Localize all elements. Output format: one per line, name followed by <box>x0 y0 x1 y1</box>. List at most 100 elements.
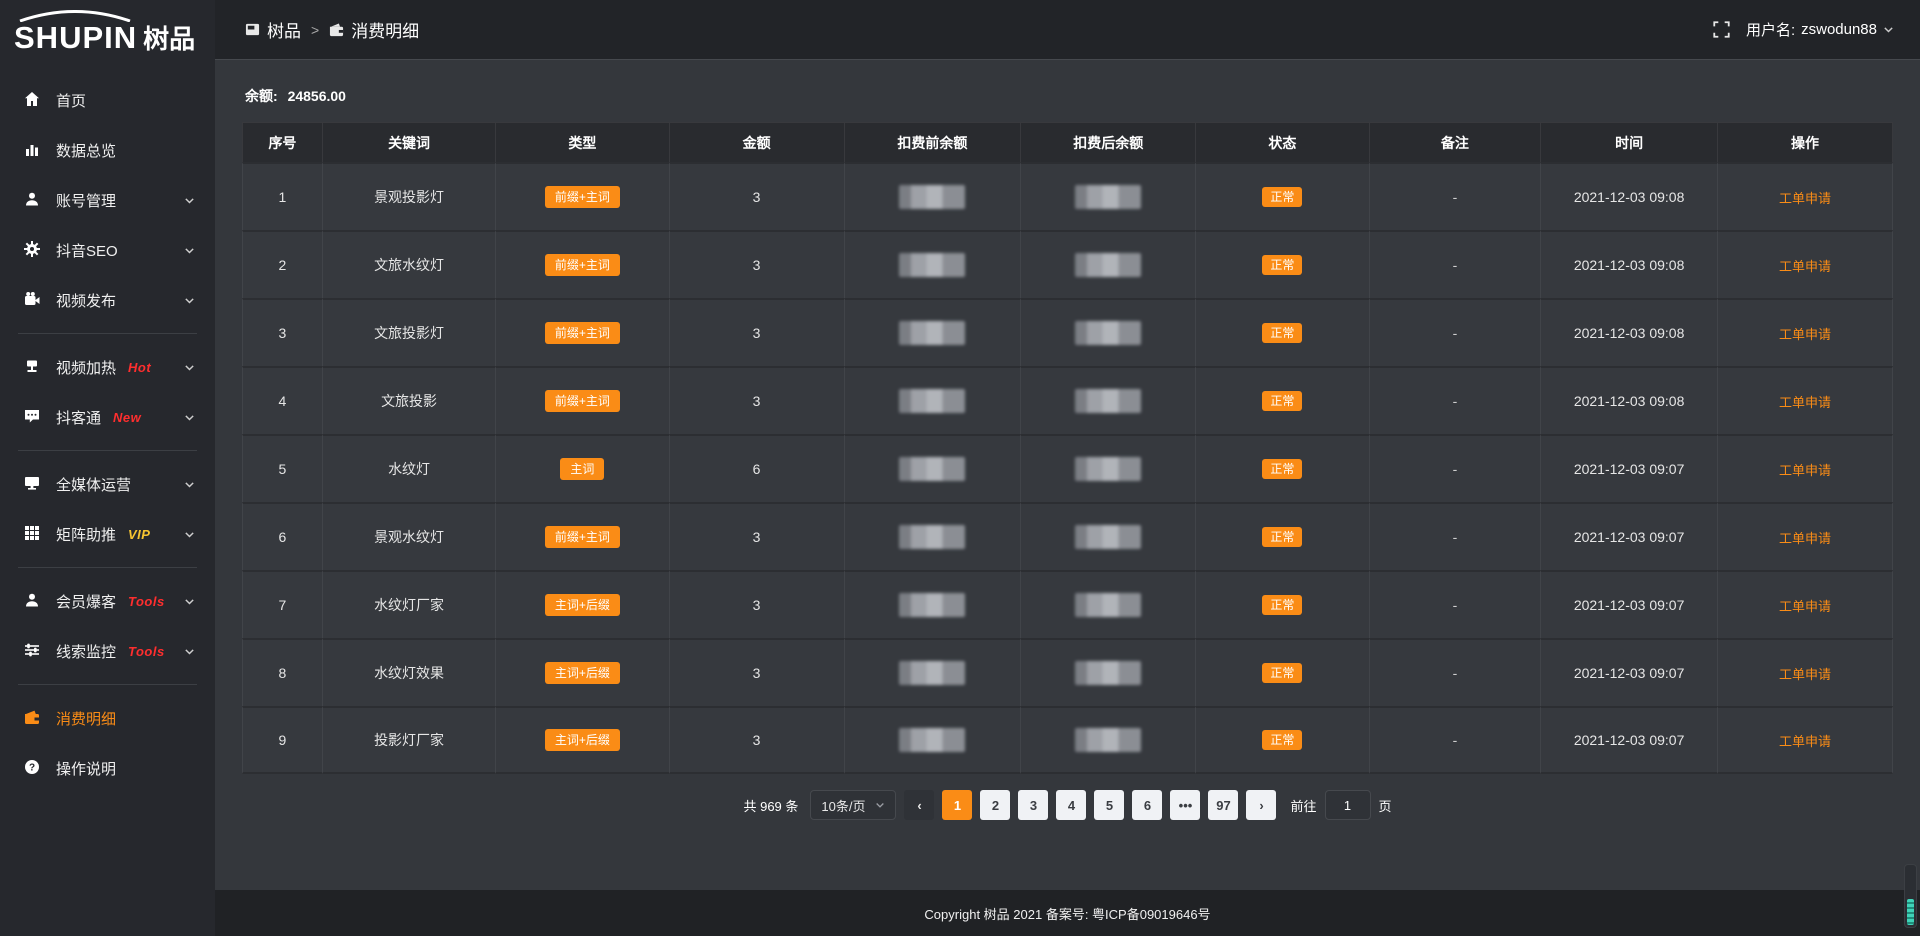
chevron-down-icon <box>184 646 195 657</box>
cell-amount: 3 <box>670 570 845 638</box>
page-button-3[interactable]: 3 <box>1018 790 1048 820</box>
sidebar-item-抖音SEO[interactable]: 抖音SEO <box>0 225 215 275</box>
sidebar-item-视频发布[interactable]: 视频发布 <box>0 275 215 325</box>
redacted-balance-after <box>1075 253 1141 277</box>
sidebar-item-label: 矩阵助推 <box>56 524 116 545</box>
status-badge: 正常 <box>1262 527 1302 547</box>
cell-index: 7 <box>242 570 323 638</box>
jump-page-input[interactable] <box>1325 790 1371 820</box>
work-order-link[interactable]: 工单申请 <box>1779 395 1831 410</box>
username-dropdown[interactable]: 用户名: zswodun88 <box>1746 19 1894 40</box>
work-order-link[interactable]: 工单申请 <box>1779 667 1831 682</box>
cell-status: 正常 <box>1196 298 1369 366</box>
chevron-down-icon <box>184 245 195 256</box>
more-pages-button[interactable]: ••• <box>1170 790 1200 820</box>
work-order-link[interactable]: 工单申请 <box>1779 191 1831 206</box>
page-size-select[interactable]: 10条/页 <box>810 790 896 820</box>
cell-action: 工单申请 <box>1718 638 1893 706</box>
cell-amount: 3 <box>670 162 845 230</box>
consumption-table: 序号关键词类型金额扣费前余额扣费后余额状态备注时间操作 1景观投影灯前缀+主词3… <box>242 122 1893 774</box>
cell-remark: - <box>1370 434 1542 502</box>
heat-icon <box>24 358 42 376</box>
username-label: 用户名: <box>1746 19 1795 40</box>
sidebar-menu: 首页数据总览账号管理抖音SEO视频发布视频加热Hot抖客通New全媒体运营矩阵助… <box>0 75 215 936</box>
sidebar-item-首页[interactable]: 首页 <box>0 75 215 125</box>
table-row: 2文旅水纹灯前缀+主词3正常-2021-12-03 09:08工单申请 <box>242 230 1893 298</box>
sidebar-item-抖客通[interactable]: 抖客通New <box>0 392 215 442</box>
sidebar-item-账号管理[interactable]: 账号管理 <box>0 175 215 225</box>
sidebar-item-全媒体运营[interactable]: 全媒体运营 <box>0 459 215 509</box>
page-jump: 前往 页 <box>1290 790 1391 820</box>
redacted-balance-after <box>1075 661 1141 685</box>
type-badge: 主词+后缀 <box>545 662 620 684</box>
chevron-down-icon <box>184 596 195 607</box>
fullscreen-icon[interactable] <box>1713 21 1730 38</box>
redacted-balance-before <box>899 593 965 617</box>
cell-time: 2021-12-03 09:08 <box>1541 298 1718 366</box>
page-button-5[interactable]: 5 <box>1094 790 1124 820</box>
cell-status: 正常 <box>1196 434 1369 502</box>
cell-remark: - <box>1370 638 1542 706</box>
page-button-2[interactable]: 2 <box>980 790 1010 820</box>
column-header: 状态 <box>1196 122 1369 162</box>
sidebar-item-消费明细[interactable]: 消费明细 <box>0 693 215 743</box>
work-order-link[interactable]: 工单申请 <box>1779 259 1831 274</box>
cell-balance-after <box>1021 298 1196 366</box>
redacted-balance-before <box>899 728 965 752</box>
cell-action: 工单申请 <box>1718 570 1893 638</box>
cell-balance-before <box>845 298 1022 366</box>
breadcrumb-home[interactable]: 树品 <box>245 17 301 42</box>
column-header: 时间 <box>1541 122 1718 162</box>
work-order-link[interactable]: 工单申请 <box>1779 599 1831 614</box>
redacted-balance-after <box>1075 185 1141 209</box>
prev-page-button[interactable]: ‹ <box>904 790 934 820</box>
cell-balance-after <box>1021 162 1196 230</box>
pagination-total: 共 969 条 <box>743 796 798 815</box>
table-row: 1景观投影灯前缀+主词3正常-2021-12-03 09:08工单申请 <box>242 162 1893 230</box>
page-button-6[interactable]: 6 <box>1132 790 1162 820</box>
sidebar-item-label: 抖客通 <box>56 407 101 428</box>
cell-type: 主词+后缀 <box>496 638 669 706</box>
work-order-link[interactable]: 工单申请 <box>1779 531 1831 546</box>
content: 余额: 24856.00 序号关键词类型金额扣费前余额扣费后余额状态备注时间操作… <box>215 60 1920 890</box>
chevron-down-icon <box>875 800 885 810</box>
sidebar-item-label: 消费明细 <box>56 708 116 729</box>
cell-action: 工单申请 <box>1718 434 1893 502</box>
chevron-down-icon <box>184 362 195 373</box>
cell-type: 前缀+主词 <box>496 298 669 366</box>
sidebar-item-会员爆客[interactable]: 会员爆客Tools <box>0 576 215 626</box>
scroll-widget[interactable] <box>1904 864 1917 928</box>
balance-label: 余额: <box>245 88 278 104</box>
sidebar-item-label: 会员爆客 <box>56 591 116 612</box>
sidebar-item-线索监控[interactable]: 线索监控Tools <box>0 626 215 676</box>
sidebar-item-label: 抖音SEO <box>56 240 118 261</box>
work-order-link[interactable]: 工单申请 <box>1779 734 1831 749</box>
breadcrumb-separator: > <box>311 22 319 38</box>
cell-amount: 3 <box>670 230 845 298</box>
cell-index: 6 <box>242 502 323 570</box>
chart-icon <box>24 141 42 159</box>
table-row: 4文旅投影前缀+主词3正常-2021-12-03 09:08工单申请 <box>242 366 1893 434</box>
cell-status: 正常 <box>1196 638 1369 706</box>
sidebar-item-数据总览[interactable]: 数据总览 <box>0 125 215 175</box>
cell-keyword: 水纹灯厂家 <box>323 570 496 638</box>
cell-amount: 3 <box>670 366 845 434</box>
table-row: 8水纹灯效果主词+后缀3正常-2021-12-03 09:07工单申请 <box>242 638 1893 706</box>
balance-value: 24856.00 <box>288 88 346 104</box>
type-badge: 主词 <box>560 458 604 480</box>
next-page-button[interactable]: › <box>1246 790 1276 820</box>
cell-balance-after <box>1021 502 1196 570</box>
page-button-1[interactable]: 1 <box>942 790 972 820</box>
work-order-link[interactable]: 工单申请 <box>1779 327 1831 342</box>
page-button-97[interactable]: 97 <box>1208 790 1238 820</box>
page-button-4[interactable]: 4 <box>1056 790 1086 820</box>
work-order-link[interactable]: 工单申请 <box>1779 463 1831 478</box>
sidebar-item-操作说明[interactable]: ?操作说明 <box>0 743 215 793</box>
sidebar-item-视频加热[interactable]: 视频加热Hot <box>0 342 215 392</box>
sidebar-divider <box>18 333 197 334</box>
wallet-icon <box>24 709 42 727</box>
chevron-down-icon <box>184 479 195 490</box>
sidebar-item-矩阵助推[interactable]: 矩阵助推VIP <box>0 509 215 559</box>
cell-keyword: 文旅投影灯 <box>323 298 496 366</box>
status-badge: 正常 <box>1262 730 1302 750</box>
